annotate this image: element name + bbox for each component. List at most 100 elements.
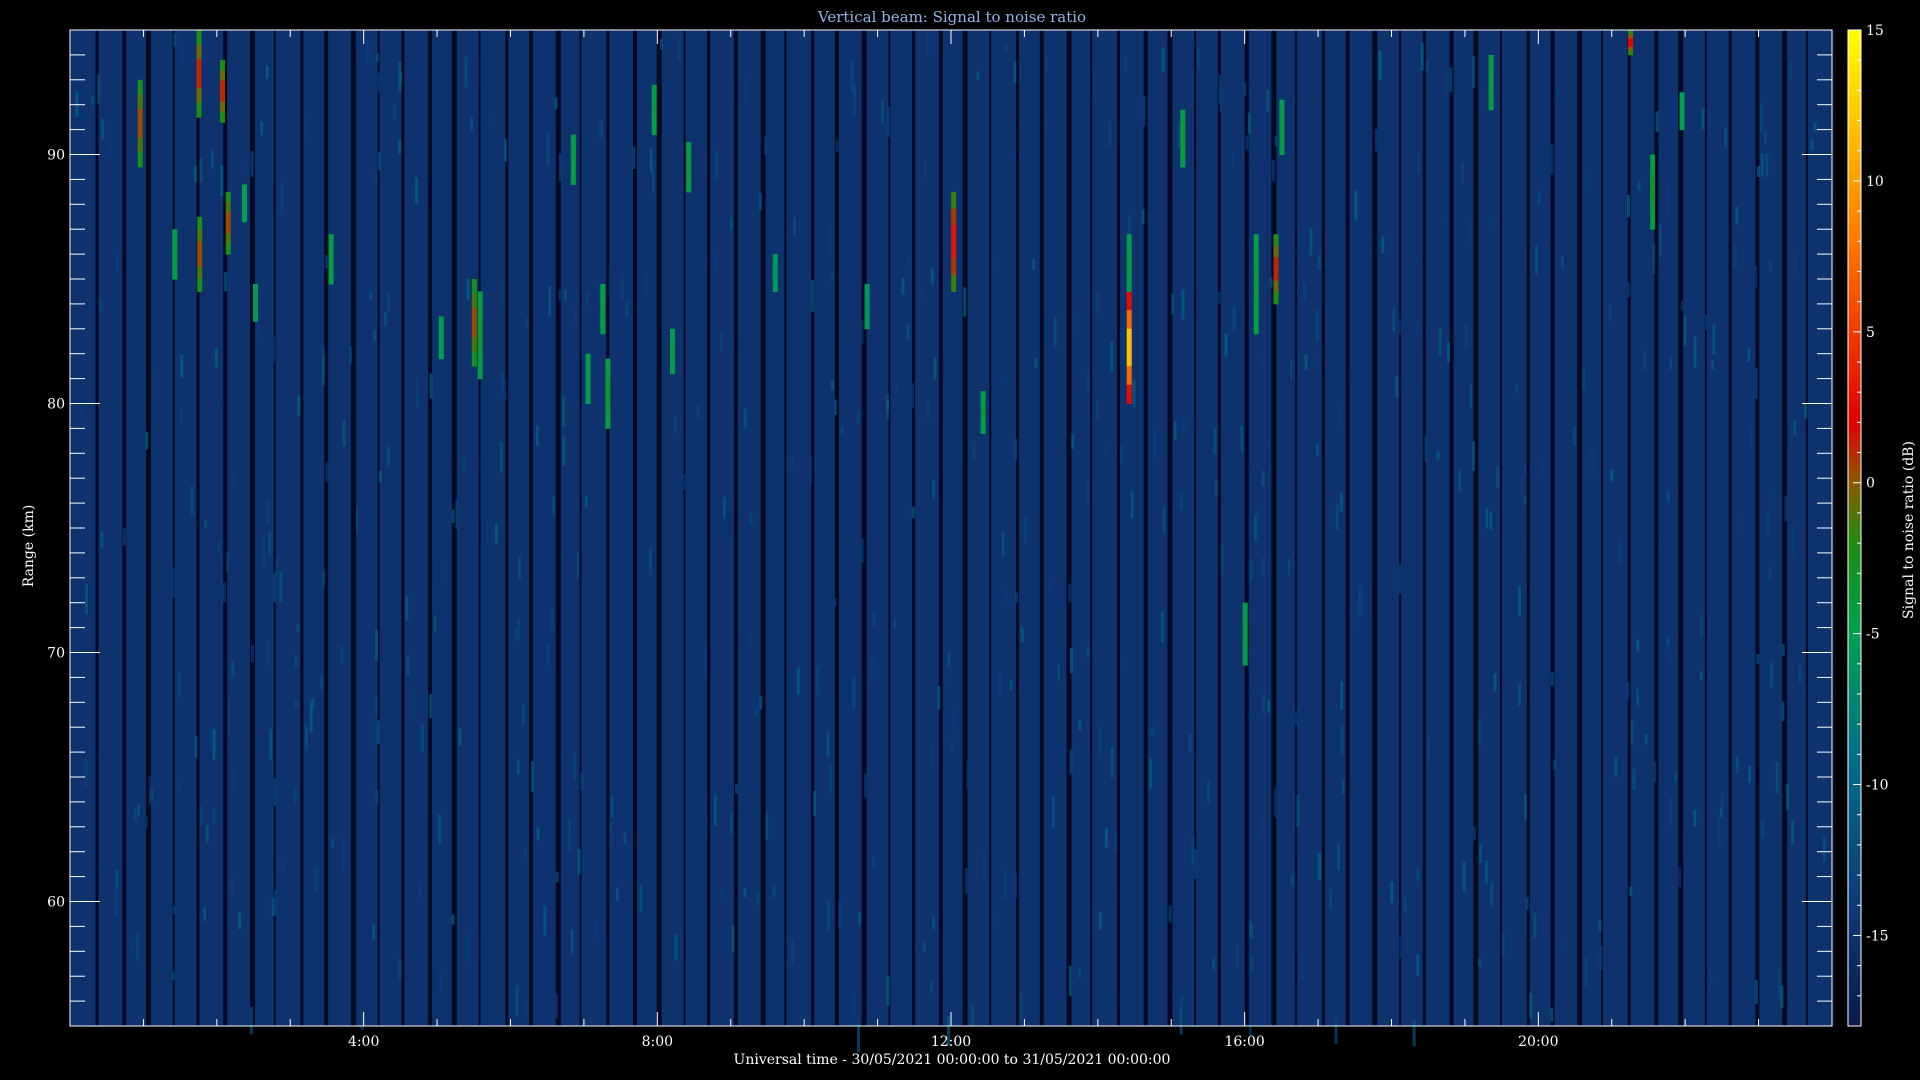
noise-streak <box>251 644 254 663</box>
echo-feature <box>772 266 778 274</box>
echo-feature <box>772 279 778 286</box>
y-tick-label: 70 <box>47 646 65 662</box>
noise-streak <box>1644 733 1648 745</box>
noise-streak <box>833 399 837 415</box>
noise-streak <box>348 346 352 364</box>
noise-streak <box>1468 221 1472 244</box>
echo-feature <box>253 315 258 322</box>
echo-feature <box>651 118 657 127</box>
noise-streak <box>1086 647 1090 658</box>
noise-streak <box>289 1005 293 1015</box>
echo-feature <box>225 233 231 245</box>
echo-feature <box>471 322 477 338</box>
noise-streak <box>1561 938 1565 956</box>
noise-streak <box>1478 958 1482 967</box>
noise-streak <box>222 582 226 603</box>
noise-streak <box>930 245 934 265</box>
noise-streak <box>1416 869 1420 881</box>
noise-streak <box>806 970 810 989</box>
noise-streak <box>1078 720 1082 731</box>
noise-streak <box>1478 410 1482 442</box>
noise-streak <box>790 940 794 964</box>
noise-streak <box>1810 138 1814 151</box>
noise-streak <box>470 116 473 132</box>
noise-streak <box>1813 122 1817 133</box>
noise-streak <box>1769 662 1773 688</box>
noise-streak <box>872 897 876 928</box>
noise-streak <box>1777 969 1781 1000</box>
echo-feature <box>686 183 692 193</box>
noise-streak <box>517 556 521 580</box>
noise-streak <box>1627 194 1630 218</box>
noise-streak <box>1768 567 1772 582</box>
noise-streak <box>519 807 523 834</box>
noise-streak <box>570 972 574 990</box>
noise-streak <box>594 921 598 941</box>
noise-streak <box>585 292 589 306</box>
noise-streak <box>1021 116 1025 127</box>
colorbar-tick-label: -15 <box>1866 928 1889 944</box>
noise-streak <box>136 933 140 961</box>
noise-streak <box>268 531 272 555</box>
echo-feature <box>1126 262 1132 273</box>
echo-feature <box>196 30 202 45</box>
y-tick-label: 80 <box>47 397 65 413</box>
echo-feature <box>1253 234 1259 252</box>
noise-streak <box>429 694 433 718</box>
noise-streak <box>1462 861 1466 893</box>
noise-streak <box>1420 42 1424 71</box>
noise-streak <box>1250 955 1254 973</box>
echo-feature <box>605 358 611 371</box>
noise-streak <box>1445 72 1449 95</box>
noise-streak <box>1442 491 1446 518</box>
data-gap-column <box>1244 30 1249 1026</box>
echo-feature <box>197 241 203 255</box>
noise-streak <box>1161 47 1165 73</box>
echo-feature <box>196 73 202 89</box>
noise-streak <box>273 572 277 603</box>
data-gap-column <box>350 30 356 1026</box>
data-gap-column <box>579 30 582 1026</box>
noise-streak <box>1669 797 1673 826</box>
noise-streak <box>324 255 328 269</box>
noise-streak <box>673 416 677 434</box>
echo-feature <box>1126 234 1132 245</box>
noise-streak <box>133 809 137 822</box>
echo-feature <box>438 337 444 346</box>
noise-streak <box>393 104 397 120</box>
snr-plot: Vertical beam: Signal to noise ratio 4:0… <box>21 8 1917 1068</box>
echo-feature <box>253 284 258 291</box>
echo-feature <box>600 284 606 293</box>
echo-feature <box>172 245 178 255</box>
data-gap-column <box>324 30 329 1026</box>
noise-streak <box>272 336 276 363</box>
noise-streak <box>886 976 890 1006</box>
noise-streak <box>1004 869 1008 900</box>
noise-streak <box>1289 357 1293 381</box>
noise-streak <box>580 772 584 791</box>
noise-streak <box>816 666 820 695</box>
echo-feature <box>1650 204 1656 218</box>
noise-streak <box>1652 243 1656 275</box>
data-gap-column <box>1704 30 1707 1026</box>
noise-streak <box>1044 114 1048 132</box>
echo-feature <box>477 291 483 307</box>
noise-streak <box>1034 358 1038 369</box>
echo-feature <box>137 108 143 124</box>
noise-streak <box>851 990 855 1018</box>
noise-streak <box>319 676 323 690</box>
noise-streak <box>565 542 569 559</box>
echo-feature <box>1242 633 1248 645</box>
noise-streak <box>1719 807 1723 818</box>
noise-streak <box>420 724 424 753</box>
data-gap-column <box>656 30 662 1026</box>
noise-streak <box>902 239 906 266</box>
noise-streak <box>720 332 723 352</box>
noise-streak <box>587 750 591 780</box>
noise-streak <box>1318 852 1322 880</box>
echo-feature <box>1650 154 1656 168</box>
noise-streak <box>887 106 890 137</box>
noise-streak <box>1019 992 1023 1022</box>
echo-feature <box>253 290 258 297</box>
echo-feature <box>471 293 477 309</box>
